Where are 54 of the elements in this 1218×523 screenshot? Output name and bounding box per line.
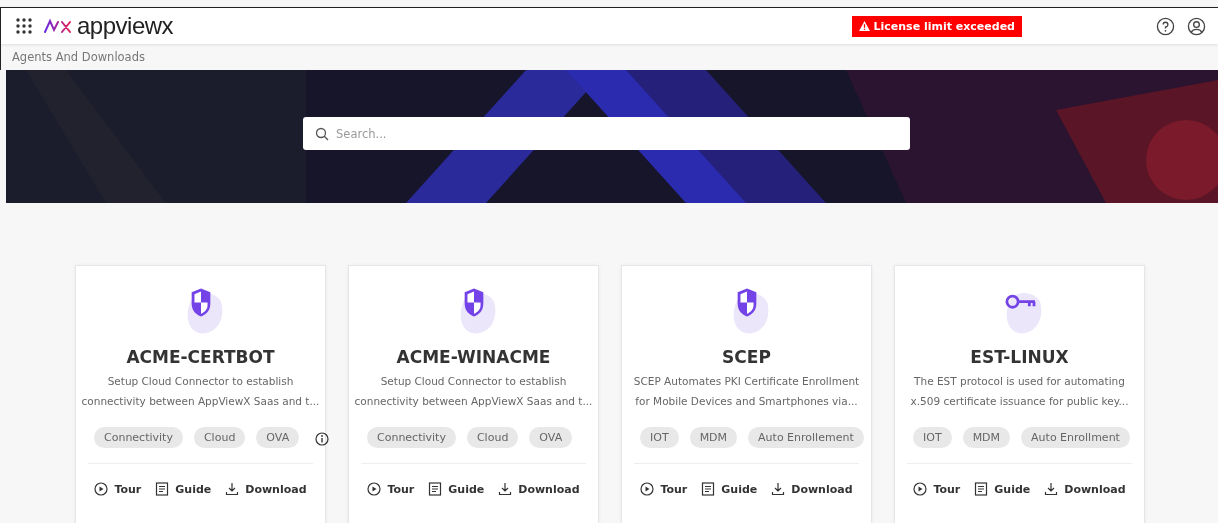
action-link[interactable]: Download [498, 482, 580, 496]
action-link[interactable]: Tour [913, 482, 961, 496]
tag-chip: Cloud [193, 427, 246, 448]
action-link[interactable]: Download [225, 482, 307, 496]
tag-chip: MDM [689, 427, 738, 448]
download-icon [1044, 482, 1059, 496]
card-description: The EST protocol is used for automating x.509 certificate issuance for public key... [910, 374, 1129, 409]
document-icon [701, 482, 716, 496]
tag-chip: Cloud [466, 427, 519, 448]
license-alert: License limit exceeded [851, 15, 1022, 37]
tag-chip: OVA [529, 427, 573, 448]
tag-chip: Connectivity [367, 427, 456, 448]
info-icon[interactable] [315, 432, 329, 446]
play-icon [367, 482, 382, 496]
action-link[interactable]: Tour [94, 482, 142, 496]
card-description: Setup Cloud Connector to establish connectivity between AppViewX Saas and t... [354, 374, 593, 409]
user-icon[interactable] [1187, 16, 1206, 36]
action-link[interactable]: Guide [974, 482, 1031, 496]
card-title: ACME-WINACME [396, 347, 551, 367]
document-icon [428, 482, 443, 496]
document-icon [974, 482, 989, 496]
logo-text: appviewx [77, 14, 174, 38]
play-icon [640, 482, 655, 496]
tag-chip: Connectivity [94, 427, 183, 448]
play-icon [94, 482, 109, 496]
action-link[interactable]: Download [1044, 482, 1126, 496]
tag-chip: OVA [256, 427, 300, 448]
download-icon [225, 482, 240, 496]
tag-chip: IOT [640, 427, 679, 448]
action-link[interactable]: Tour [640, 482, 688, 496]
search-icon [315, 127, 329, 141]
card-title: SCEP [722, 347, 771, 367]
tag-chip: MDM [962, 427, 1011, 448]
card-description: SCEP Automates PKI Certificate Enrollment for Mobile Devices and Smartphones via... [633, 374, 860, 409]
download-icon [771, 482, 786, 496]
card-title: EST-LINUX [970, 347, 1069, 367]
tag-chip: IOT [913, 427, 952, 448]
play-icon [913, 482, 928, 496]
card-title: ACME-CERTBOT [126, 347, 275, 367]
help-icon[interactable] [1156, 16, 1175, 36]
breadcrumb[interactable]: Agents And Downloads [12, 50, 145, 64]
action-link[interactable]: Download [771, 482, 853, 496]
document-icon [155, 482, 170, 496]
download-icon [498, 482, 513, 496]
tag-chip: Auto Enrollment [1021, 427, 1130, 448]
action-link[interactable]: Guide [701, 482, 758, 496]
action-link[interactable]: Guide [428, 482, 485, 496]
tag-chip: Auto Enrollement [748, 427, 864, 448]
apps-grid-icon[interactable] [16, 18, 32, 34]
card-description: Setup Cloud Connector to establish connectivity between AppViewX Saas and t... [81, 374, 320, 409]
action-link[interactable]: Guide [155, 482, 212, 496]
search-field[interactable]: Search... [303, 117, 910, 150]
warning-icon [858, 21, 870, 31]
action-link[interactable]: Tour [367, 482, 415, 496]
